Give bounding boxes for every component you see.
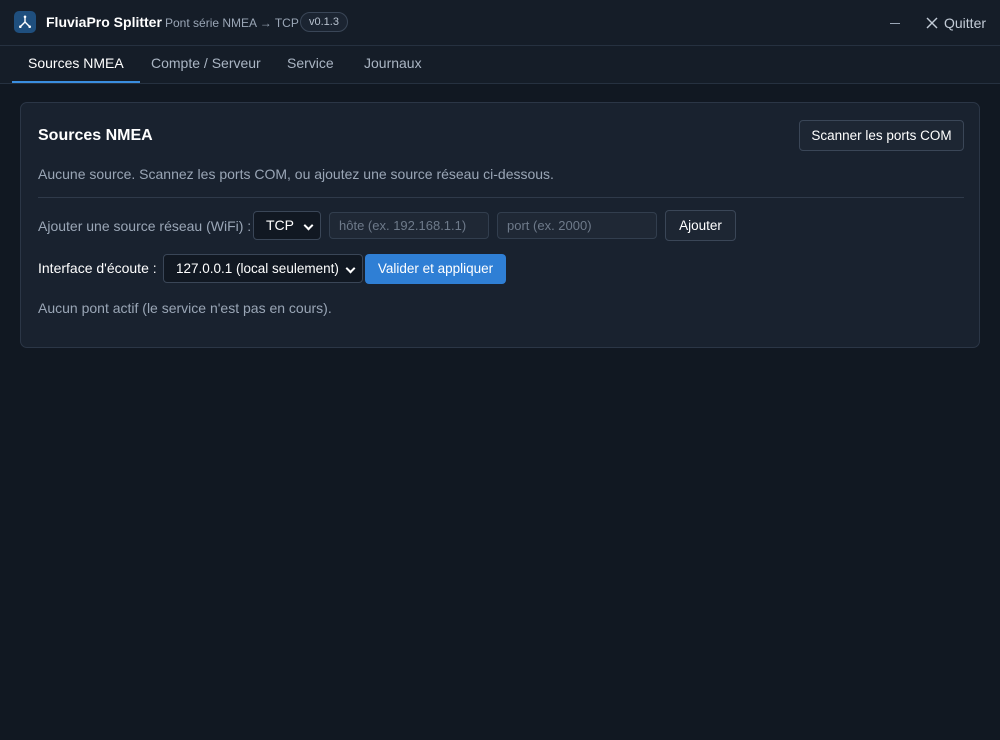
add-source-button[interactable]: Ajouter	[665, 210, 736, 241]
bridge-status-text: Aucun pont actif (le service n'est pas e…	[38, 300, 332, 316]
tab-service[interactable]: Service	[271, 46, 350, 83]
network-source-label: Ajouter une source réseau (WiFi) :	[38, 218, 252, 234]
apply-button[interactable]: Valider et appliquer	[365, 254, 506, 284]
network-fork-icon	[14, 11, 36, 33]
divider	[38, 197, 964, 198]
listen-interface-value: 127.0.0.1 (local seulement)	[176, 261, 339, 276]
app-title: FluviaPro Splitter	[46, 14, 162, 30]
host-input[interactable]	[329, 212, 489, 239]
panel-title: Sources NMEA	[38, 127, 153, 144]
title-bar: FluviaPro Splitter Pont série NMEA → TCP…	[0, 0, 1000, 46]
quit-button[interactable]: Quitter	[926, 12, 986, 34]
tab-journaux[interactable]: Journaux	[348, 46, 438, 83]
minimize-button[interactable]	[884, 11, 906, 35]
protocol-select[interactable]: TCP	[253, 211, 321, 240]
version-badge: v0.1.3	[300, 12, 348, 32]
listen-interface-label: Interface d'écoute :	[38, 260, 157, 276]
tab-compte-serveur[interactable]: Compte / Serveur	[135, 46, 277, 83]
close-icon	[926, 17, 938, 29]
sources-panel: Sources NMEA Scanner les ports COM Aucun…	[20, 102, 980, 348]
app-subtitle: Pont série NMEA → TCP	[165, 16, 299, 30]
scan-com-ports-button[interactable]: Scanner les ports COM	[799, 120, 964, 151]
tab-bar: Sources NMEA Compte / Serveur Service Jo…	[0, 46, 1000, 84]
empty-sources-message: Aucune source. Scannez les ports COM, ou…	[38, 166, 554, 182]
chevron-down-icon	[303, 220, 314, 231]
listen-interface-select[interactable]: 127.0.0.1 (local seulement)	[163, 254, 363, 283]
protocol-value: TCP	[266, 217, 294, 233]
port-input[interactable]	[497, 212, 657, 239]
tab-sources-nmea[interactable]: Sources NMEA	[12, 46, 140, 83]
quit-label: Quitter	[944, 15, 987, 31]
chevron-down-icon	[345, 263, 356, 274]
minimize-icon	[890, 22, 900, 24]
